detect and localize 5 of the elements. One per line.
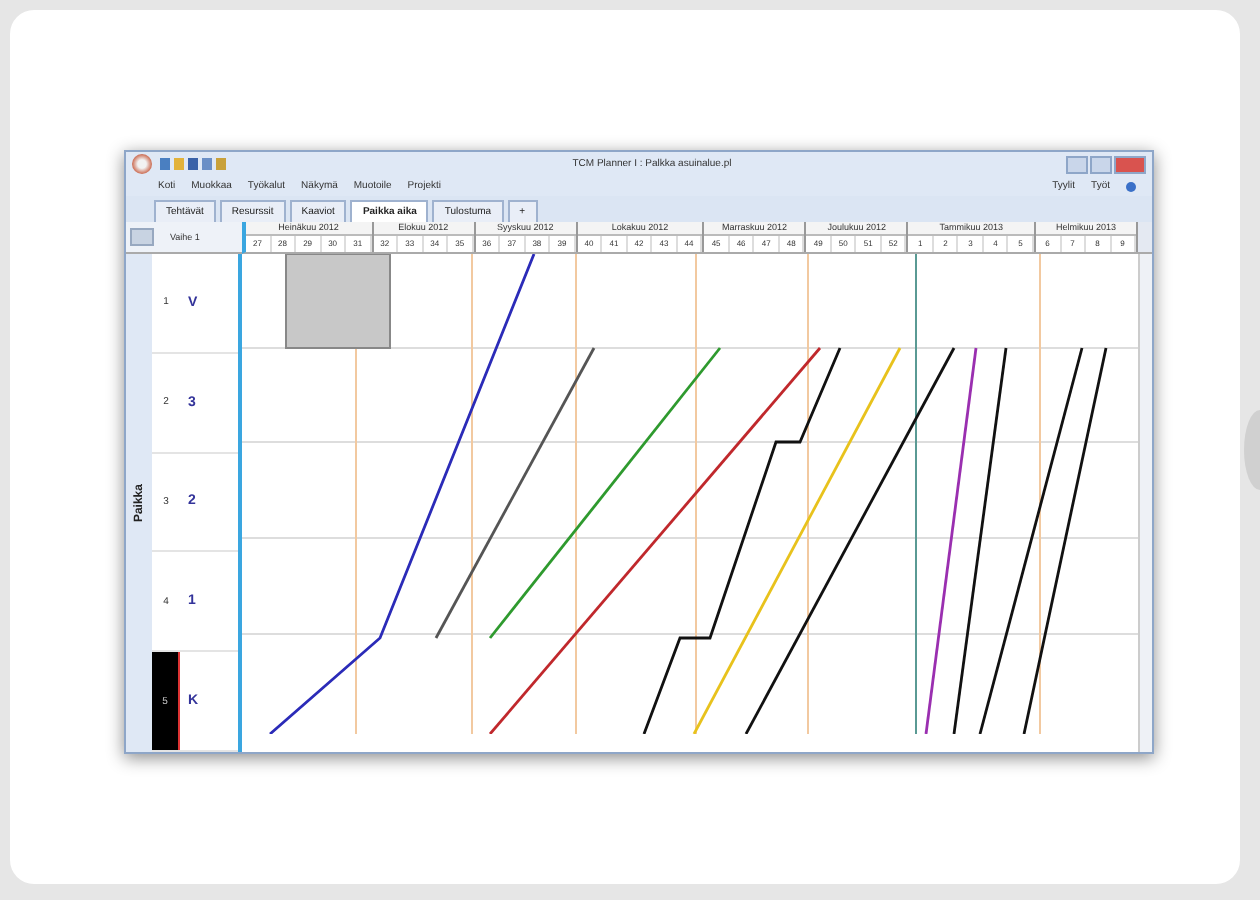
vertical-scrollbar[interactable] [1138, 254, 1152, 752]
close-icon[interactable] [1114, 155, 1146, 173]
corner-button[interactable] [130, 228, 154, 246]
help-icon[interactable] [1126, 181, 1136, 191]
app-logo-icon[interactable] [132, 154, 152, 174]
